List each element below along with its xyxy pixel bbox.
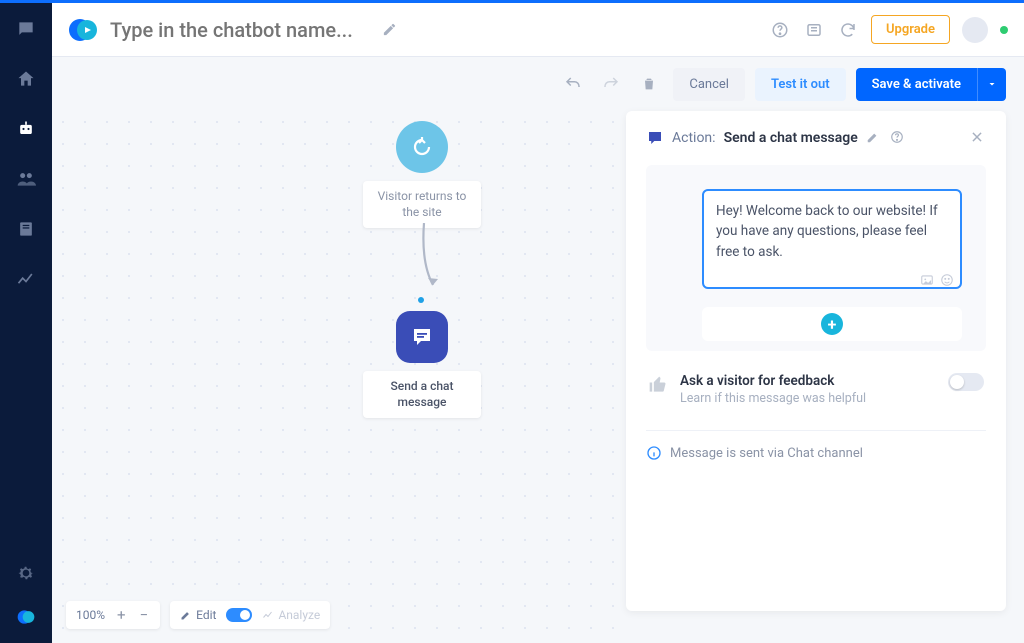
- bottom-toolbar: 100% + − Edit Analyze: [66, 601, 330, 629]
- mode-toggle[interactable]: [226, 608, 252, 622]
- panel-chat-icon: [646, 129, 664, 147]
- action-bar: Cancel Test it out Save & activate: [52, 57, 1024, 111]
- mode-controls: Edit Analyze: [170, 601, 330, 629]
- refresh-icon[interactable]: [837, 19, 859, 41]
- zoom-out-icon[interactable]: −: [138, 606, 151, 624]
- sidebar-logo-icon[interactable]: [14, 605, 38, 629]
- feedback-title: Ask a visitor for feedback: [680, 373, 866, 389]
- sidebar-analytics-icon[interactable]: [14, 267, 38, 291]
- zoom-value: 100%: [76, 608, 105, 622]
- action-node-icon: [396, 311, 448, 363]
- news-icon[interactable]: [803, 19, 825, 41]
- sidebar-people-icon[interactable]: [14, 167, 38, 191]
- thumbs-icon: [648, 375, 668, 395]
- connector-endpoint-icon: [418, 297, 424, 303]
- trigger-node[interactable]: Visitor returns to the site: [352, 121, 492, 228]
- emoji-icon[interactable]: [940, 273, 954, 287]
- zoom-controls: 100% + −: [66, 601, 160, 629]
- save-activate-button[interactable]: Save & activate: [856, 68, 977, 101]
- info-text: Message is sent via Chat channel: [670, 446, 863, 461]
- sidebar-book-icon[interactable]: [14, 217, 38, 241]
- header: Upgrade: [52, 3, 1024, 57]
- action-panel: Action: Send a chat message: [626, 111, 1006, 611]
- add-message-button[interactable]: +: [821, 313, 843, 335]
- panel-action-prefix: Action:: [672, 130, 716, 146]
- feedback-row: Ask a visitor for feedback Learn if this…: [646, 373, 986, 406]
- analyze-mode-label: Analyze: [278, 608, 320, 622]
- sidebar-bot-icon[interactable]: [14, 117, 38, 141]
- edit-mode-button[interactable]: Edit: [180, 608, 216, 622]
- attach-image-icon[interactable]: [920, 273, 934, 287]
- sidebar-settings-icon[interactable]: [14, 561, 38, 585]
- feedback-toggle[interactable]: [948, 373, 984, 391]
- help-icon[interactable]: [769, 19, 791, 41]
- action-node-label: Send a chat message: [363, 371, 481, 418]
- flow-canvas[interactable]: Visitor returns to the site Send a chat …: [52, 111, 626, 643]
- trigger-node-icon: [396, 121, 448, 173]
- edit-mode-label: Edit: [196, 608, 216, 622]
- undo-icon[interactable]: [559, 70, 587, 98]
- sidebar-chat-icon[interactable]: [14, 17, 38, 41]
- message-editor-block: +: [646, 165, 986, 351]
- feedback-subtitle: Learn if this message was helpful: [680, 391, 866, 406]
- chatbot-name-input[interactable]: [110, 18, 370, 42]
- zoom-in-icon[interactable]: +: [115, 606, 128, 624]
- info-icon: [646, 445, 662, 461]
- trigger-node-label: Visitor returns to the site: [363, 181, 481, 228]
- sidebar: [0, 3, 52, 643]
- upgrade-button[interactable]: Upgrade: [871, 15, 950, 44]
- save-dropdown-icon[interactable]: [977, 68, 1006, 101]
- action-node[interactable]: Send a chat message: [352, 311, 492, 418]
- info-row: Message is sent via Chat channel: [646, 445, 986, 461]
- cancel-button[interactable]: Cancel: [673, 68, 745, 101]
- edit-name-icon[interactable]: [382, 22, 397, 37]
- test-button[interactable]: Test it out: [755, 68, 846, 101]
- delete-icon[interactable]: [635, 70, 663, 98]
- panel-help-icon[interactable]: [890, 130, 906, 146]
- panel-action-name: Send a chat message: [724, 130, 858, 146]
- analyze-mode-button[interactable]: Analyze: [262, 608, 320, 622]
- status-dot-icon: [1000, 26, 1008, 34]
- panel-close-icon[interactable]: [970, 130, 986, 146]
- app-logo-icon: [68, 15, 98, 45]
- panel-divider: [646, 430, 986, 431]
- redo-icon[interactable]: [597, 70, 625, 98]
- sidebar-home-icon[interactable]: [14, 67, 38, 91]
- connector-arrow-icon: [421, 223, 441, 298]
- panel-edit-icon[interactable]: [866, 130, 882, 146]
- avatar[interactable]: [962, 17, 988, 43]
